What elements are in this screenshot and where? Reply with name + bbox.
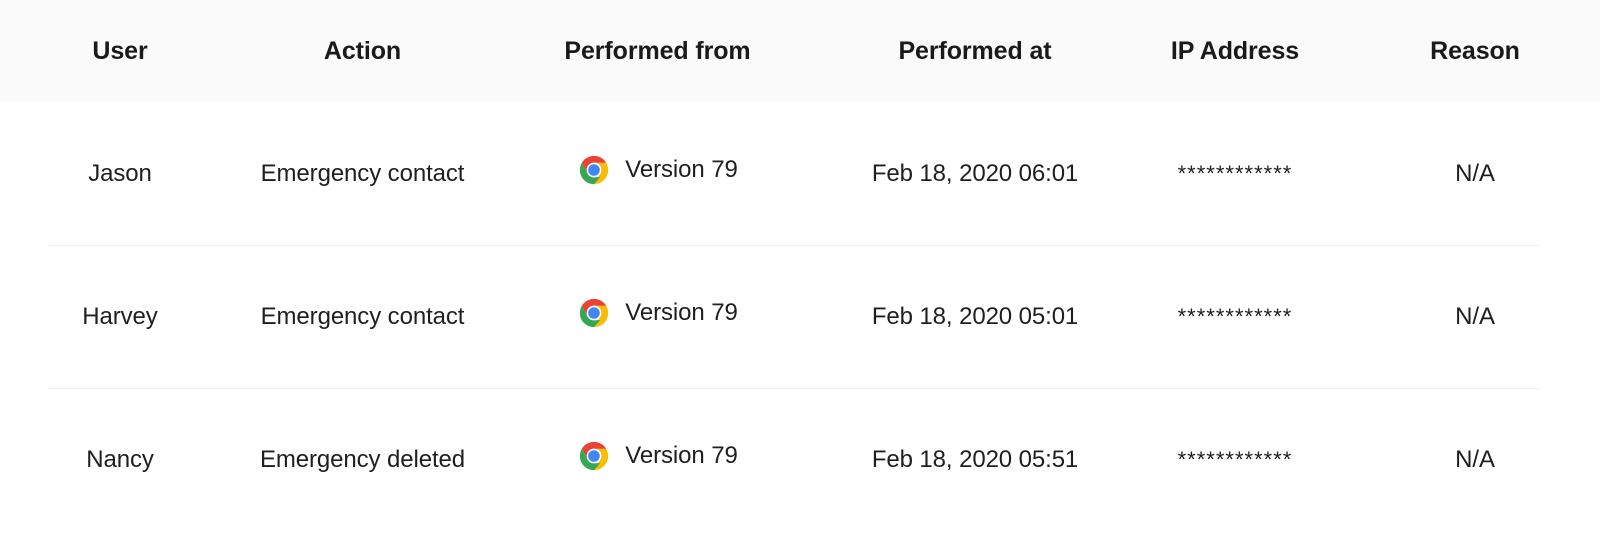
column-header-reason[interactable]: Reason (1350, 0, 1600, 102)
ip-masked-value: ************ (1177, 303, 1293, 329)
browser-version-label: Version 79 (625, 299, 738, 326)
cell-user: Jason (88, 159, 152, 187)
browser-info: Version 79 (577, 439, 738, 473)
cell-action: Emergency contact (260, 159, 465, 187)
ip-masked-value: ************ (1177, 160, 1293, 186)
cell-ip-address: ************ (1120, 388, 1350, 531)
table-row[interactable]: Nancy Emergency deleted Version 79 Feb 1… (0, 388, 1600, 531)
browser-info: Version 79 (577, 296, 738, 330)
cell-ip-address: ************ (1120, 102, 1350, 245)
ip-masked-value: ************ (1177, 446, 1293, 472)
cell-performed-at: Feb 18, 2020 06:01 (871, 159, 1079, 187)
table-row[interactable]: Harvey Emergency contact Version 79 Feb … (0, 245, 1600, 388)
browser-info: Version 79 (577, 153, 738, 187)
column-header-ip-address[interactable]: IP Address (1120, 0, 1350, 102)
chrome-icon (580, 155, 609, 185)
browser-version-label: Version 79 (625, 442, 738, 469)
audit-log-table: User Action Performed from Performed at … (0, 0, 1600, 531)
chrome-icon (580, 441, 609, 471)
column-header-performed-from[interactable]: Performed from (485, 0, 830, 102)
table-header: User Action Performed from Performed at … (0, 0, 1600, 102)
cell-performed-at: Feb 18, 2020 05:01 (830, 245, 1120, 388)
column-header-action[interactable]: Action (240, 0, 485, 102)
cell-reason: N/A (1350, 388, 1600, 531)
cell-ip-address: ************ (1120, 245, 1350, 388)
table-header-row: User Action Performed from Performed at … (0, 0, 1600, 102)
chrome-icon (580, 298, 609, 328)
cell-action: Emergency deleted (240, 388, 485, 531)
cell-user: Nancy (0, 388, 240, 531)
table-body: Jason Emergency contact Version 79 Feb 1… (0, 102, 1600, 531)
table-row[interactable]: Jason Emergency contact Version 79 Feb 1… (0, 102, 1600, 245)
cell-reason: N/A (1350, 245, 1600, 388)
column-header-performed-at[interactable]: Performed at (830, 0, 1120, 102)
cell-performed-from: Version 79 (485, 388, 830, 531)
cell-performed-from: Version 79 (485, 245, 830, 388)
cell-user: Harvey (0, 245, 240, 388)
browser-version-label: Version 79 (625, 156, 738, 183)
cell-action: Emergency contact (240, 245, 485, 388)
cell-performed-from: Version 79 (485, 102, 830, 245)
cell-reason: N/A (1455, 159, 1495, 187)
cell-performed-at: Feb 18, 2020 05:51 (830, 388, 1120, 531)
column-header-user[interactable]: User (0, 0, 240, 102)
